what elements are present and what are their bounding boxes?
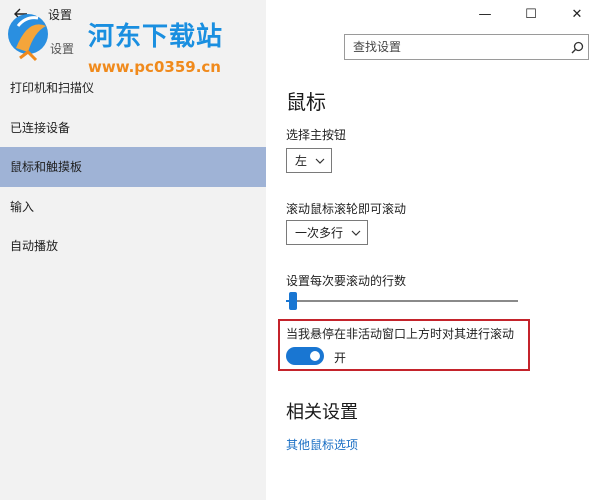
page-title: 鼠标 (286, 90, 326, 114)
primary-button-dropdown[interactable]: 左 (286, 148, 333, 173)
primary-button-value: 左 (295, 154, 308, 168)
search-box[interactable] (344, 34, 589, 60)
settings-window: 设置 — ☐ ✕ 设置 河东下载站 www.pc0359.cn 打印机和扫描仪 … (0, 0, 600, 500)
nav-item-label: 自动播放 (10, 239, 59, 254)
maximize-icon: ☐ (525, 6, 537, 22)
chevron-down-icon (315, 156, 325, 166)
close-button[interactable]: ✕ (554, 0, 600, 28)
nav-item-connected-devices[interactable]: 已连接设备 (0, 108, 266, 148)
main-content: 鼠标 选择主按钮 左 滚动鼠标滚轮即可滚动 一次多行 设置每次要滚动的行数 当我… (266, 68, 600, 500)
wheel-scroll-label: 滚动鼠标滚轮即可滚动 (286, 202, 407, 216)
nav-item-mouse-touchpad[interactable]: 鼠标和触摸板 (0, 147, 266, 187)
nav-list: 打印机和扫描仪 已连接设备 鼠标和触摸板 输入 自动播放 (0, 68, 266, 266)
nav-item-autoplay[interactable]: 自动播放 (0, 226, 266, 266)
minimize-button[interactable]: — (462, 0, 508, 28)
other-mouse-options-link[interactable]: 其他鼠标选项 (286, 436, 358, 453)
chevron-down-icon (351, 228, 361, 238)
maximize-button[interactable]: ☐ (508, 0, 554, 28)
search-icon[interactable] (566, 41, 588, 54)
related-settings-title: 相关设置 (286, 402, 358, 423)
lines-to-scroll-label: 设置每次要滚动的行数 (286, 274, 407, 288)
wheel-scroll-value: 一次多行 (295, 226, 344, 240)
inactive-scroll-toggle[interactable] (286, 347, 324, 365)
toggle-state-label: 开 (334, 351, 347, 365)
nav-item-label: 输入 (10, 199, 35, 214)
nav-item-label: 已连接设备 (10, 120, 71, 135)
lines-slider-track[interactable] (286, 300, 518, 302)
nav-item-label: 鼠标和触摸板 (10, 160, 83, 175)
wheel-scroll-dropdown[interactable]: 一次多行 (286, 220, 369, 245)
nav-item-printers-scanners[interactable]: 打印机和扫描仪 (0, 68, 266, 108)
toggle-knob (310, 351, 320, 361)
primary-button-label: 选择主按钮 (286, 128, 347, 142)
nav-item-typing[interactable]: 输入 (0, 187, 266, 227)
minimize-icon: — (478, 6, 492, 22)
inactive-scroll-label: 当我悬停在非活动窗口上方时对其进行滚动 (286, 327, 515, 341)
close-icon: ✕ (571, 6, 583, 22)
lines-slider-thumb[interactable] (288, 292, 297, 310)
watermark-logo-icon (8, 14, 48, 62)
settings-header-label: 设置 (50, 42, 75, 56)
search-input[interactable] (353, 40, 566, 54)
window-controls: — ☐ ✕ (462, 0, 600, 28)
watermark-title: 河东下载站 (88, 22, 224, 52)
nav-item-label: 打印机和扫描仪 (10, 81, 95, 96)
